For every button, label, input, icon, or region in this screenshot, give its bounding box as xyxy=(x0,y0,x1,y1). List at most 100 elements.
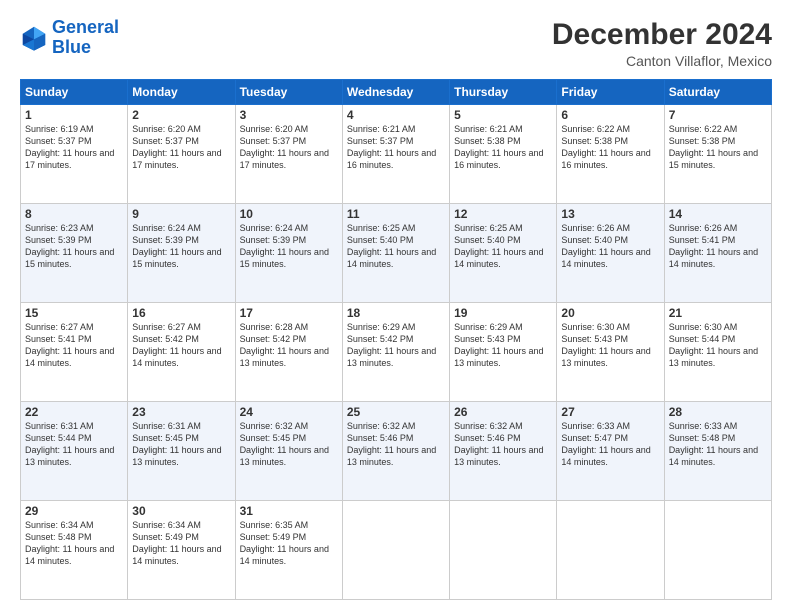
day-number: 3 xyxy=(240,108,338,122)
calendar-cell: 17Sunrise: 6:28 AM Sunset: 5:42 PM Dayli… xyxy=(235,303,342,402)
subtitle: Canton Villaflor, Mexico xyxy=(552,53,772,69)
day-number: 11 xyxy=(347,207,445,221)
day-number: 26 xyxy=(454,405,552,419)
weekday-header-tuesday: Tuesday xyxy=(235,80,342,105)
calendar-cell: 4Sunrise: 6:21 AM Sunset: 5:37 PM Daylig… xyxy=(342,105,449,204)
calendar-week-2: 8Sunrise: 6:23 AM Sunset: 5:39 PM Daylig… xyxy=(21,204,772,303)
day-number: 20 xyxy=(561,306,659,320)
calendar-cell: 6Sunrise: 6:22 AM Sunset: 5:38 PM Daylig… xyxy=(557,105,664,204)
weekday-header-monday: Monday xyxy=(128,80,235,105)
calendar-cell: 5Sunrise: 6:21 AM Sunset: 5:38 PM Daylig… xyxy=(450,105,557,204)
calendar-cell xyxy=(342,501,449,600)
day-number: 14 xyxy=(669,207,767,221)
day-number: 10 xyxy=(240,207,338,221)
day-number: 27 xyxy=(561,405,659,419)
calendar-cell: 20Sunrise: 6:30 AM Sunset: 5:43 PM Dayli… xyxy=(557,303,664,402)
calendar-cell: 25Sunrise: 6:32 AM Sunset: 5:46 PM Dayli… xyxy=(342,402,449,501)
day-number: 12 xyxy=(454,207,552,221)
day-info: Sunrise: 6:33 AM Sunset: 5:48 PM Dayligh… xyxy=(669,420,767,469)
calendar-cell: 12Sunrise: 6:25 AM Sunset: 5:40 PM Dayli… xyxy=(450,204,557,303)
day-number: 8 xyxy=(25,207,123,221)
day-number: 18 xyxy=(347,306,445,320)
calendar-cell: 1Sunrise: 6:19 AM Sunset: 5:37 PM Daylig… xyxy=(21,105,128,204)
day-number: 2 xyxy=(132,108,230,122)
day-number: 30 xyxy=(132,504,230,518)
day-info: Sunrise: 6:20 AM Sunset: 5:37 PM Dayligh… xyxy=(240,123,338,172)
day-number: 31 xyxy=(240,504,338,518)
calendar-cell: 27Sunrise: 6:33 AM Sunset: 5:47 PM Dayli… xyxy=(557,402,664,501)
day-info: Sunrise: 6:29 AM Sunset: 5:42 PM Dayligh… xyxy=(347,321,445,370)
weekday-row: SundayMondayTuesdayWednesdayThursdayFrid… xyxy=(21,80,772,105)
day-number: 15 xyxy=(25,306,123,320)
weekday-header-sunday: Sunday xyxy=(21,80,128,105)
day-info: Sunrise: 6:33 AM Sunset: 5:47 PM Dayligh… xyxy=(561,420,659,469)
day-info: Sunrise: 6:25 AM Sunset: 5:40 PM Dayligh… xyxy=(454,222,552,271)
day-number: 6 xyxy=(561,108,659,122)
day-info: Sunrise: 6:22 AM Sunset: 5:38 PM Dayligh… xyxy=(669,123,767,172)
weekday-header-friday: Friday xyxy=(557,80,664,105)
day-info: Sunrise: 6:34 AM Sunset: 5:48 PM Dayligh… xyxy=(25,519,123,568)
weekday-header-saturday: Saturday xyxy=(664,80,771,105)
day-number: 29 xyxy=(25,504,123,518)
calendar-week-4: 22Sunrise: 6:31 AM Sunset: 5:44 PM Dayli… xyxy=(21,402,772,501)
calendar-cell: 22Sunrise: 6:31 AM Sunset: 5:44 PM Dayli… xyxy=(21,402,128,501)
day-info: Sunrise: 6:35 AM Sunset: 5:49 PM Dayligh… xyxy=(240,519,338,568)
calendar-cell: 28Sunrise: 6:33 AM Sunset: 5:48 PM Dayli… xyxy=(664,402,771,501)
day-info: Sunrise: 6:19 AM Sunset: 5:37 PM Dayligh… xyxy=(25,123,123,172)
day-number: 17 xyxy=(240,306,338,320)
calendar-cell: 7Sunrise: 6:22 AM Sunset: 5:38 PM Daylig… xyxy=(664,105,771,204)
day-info: Sunrise: 6:27 AM Sunset: 5:41 PM Dayligh… xyxy=(25,321,123,370)
calendar-cell: 23Sunrise: 6:31 AM Sunset: 5:45 PM Dayli… xyxy=(128,402,235,501)
calendar-cell: 31Sunrise: 6:35 AM Sunset: 5:49 PM Dayli… xyxy=(235,501,342,600)
calendar-cell xyxy=(557,501,664,600)
day-info: Sunrise: 6:29 AM Sunset: 5:43 PM Dayligh… xyxy=(454,321,552,370)
weekday-header-wednesday: Wednesday xyxy=(342,80,449,105)
calendar-cell: 30Sunrise: 6:34 AM Sunset: 5:49 PM Dayli… xyxy=(128,501,235,600)
day-number: 21 xyxy=(669,306,767,320)
calendar-cell: 21Sunrise: 6:30 AM Sunset: 5:44 PM Dayli… xyxy=(664,303,771,402)
calendar-cell: 11Sunrise: 6:25 AM Sunset: 5:40 PM Dayli… xyxy=(342,204,449,303)
logo-line1: General xyxy=(52,17,119,37)
day-info: Sunrise: 6:24 AM Sunset: 5:39 PM Dayligh… xyxy=(240,222,338,271)
calendar-cell: 9Sunrise: 6:24 AM Sunset: 5:39 PM Daylig… xyxy=(128,204,235,303)
calendar-week-3: 15Sunrise: 6:27 AM Sunset: 5:41 PM Dayli… xyxy=(21,303,772,402)
calendar-cell: 15Sunrise: 6:27 AM Sunset: 5:41 PM Dayli… xyxy=(21,303,128,402)
calendar-cell: 8Sunrise: 6:23 AM Sunset: 5:39 PM Daylig… xyxy=(21,204,128,303)
page: General Blue December 2024 Canton Villaf… xyxy=(0,0,792,612)
day-number: 25 xyxy=(347,405,445,419)
weekday-header-thursday: Thursday xyxy=(450,80,557,105)
calendar-cell xyxy=(664,501,771,600)
day-info: Sunrise: 6:30 AM Sunset: 5:44 PM Dayligh… xyxy=(669,321,767,370)
day-number: 23 xyxy=(132,405,230,419)
title-block: December 2024 Canton Villaflor, Mexico xyxy=(552,18,772,69)
calendar-cell: 19Sunrise: 6:29 AM Sunset: 5:43 PM Dayli… xyxy=(450,303,557,402)
day-info: Sunrise: 6:31 AM Sunset: 5:45 PM Dayligh… xyxy=(132,420,230,469)
day-number: 7 xyxy=(669,108,767,122)
day-info: Sunrise: 6:34 AM Sunset: 5:49 PM Dayligh… xyxy=(132,519,230,568)
logo-line2: Blue xyxy=(52,37,91,57)
day-info: Sunrise: 6:21 AM Sunset: 5:38 PM Dayligh… xyxy=(454,123,552,172)
calendar-cell: 16Sunrise: 6:27 AM Sunset: 5:42 PM Dayli… xyxy=(128,303,235,402)
day-info: Sunrise: 6:21 AM Sunset: 5:37 PM Dayligh… xyxy=(347,123,445,172)
logo-text: General Blue xyxy=(52,18,119,58)
day-info: Sunrise: 6:32 AM Sunset: 5:45 PM Dayligh… xyxy=(240,420,338,469)
day-info: Sunrise: 6:20 AM Sunset: 5:37 PM Dayligh… xyxy=(132,123,230,172)
calendar-header: SundayMondayTuesdayWednesdayThursdayFrid… xyxy=(21,80,772,105)
day-number: 16 xyxy=(132,306,230,320)
calendar-cell: 10Sunrise: 6:24 AM Sunset: 5:39 PM Dayli… xyxy=(235,204,342,303)
calendar-cell: 18Sunrise: 6:29 AM Sunset: 5:42 PM Dayli… xyxy=(342,303,449,402)
day-number: 28 xyxy=(669,405,767,419)
main-title: December 2024 xyxy=(552,18,772,51)
calendar-table: SundayMondayTuesdayWednesdayThursdayFrid… xyxy=(20,79,772,600)
calendar-body: 1Sunrise: 6:19 AM Sunset: 5:37 PM Daylig… xyxy=(21,105,772,600)
day-info: Sunrise: 6:28 AM Sunset: 5:42 PM Dayligh… xyxy=(240,321,338,370)
day-info: Sunrise: 6:26 AM Sunset: 5:41 PM Dayligh… xyxy=(669,222,767,271)
day-info: Sunrise: 6:24 AM Sunset: 5:39 PM Dayligh… xyxy=(132,222,230,271)
day-number: 24 xyxy=(240,405,338,419)
day-number: 1 xyxy=(25,108,123,122)
day-info: Sunrise: 6:27 AM Sunset: 5:42 PM Dayligh… xyxy=(132,321,230,370)
day-number: 13 xyxy=(561,207,659,221)
calendar-cell: 29Sunrise: 6:34 AM Sunset: 5:48 PM Dayli… xyxy=(21,501,128,600)
day-number: 9 xyxy=(132,207,230,221)
calendar-cell: 3Sunrise: 6:20 AM Sunset: 5:37 PM Daylig… xyxy=(235,105,342,204)
